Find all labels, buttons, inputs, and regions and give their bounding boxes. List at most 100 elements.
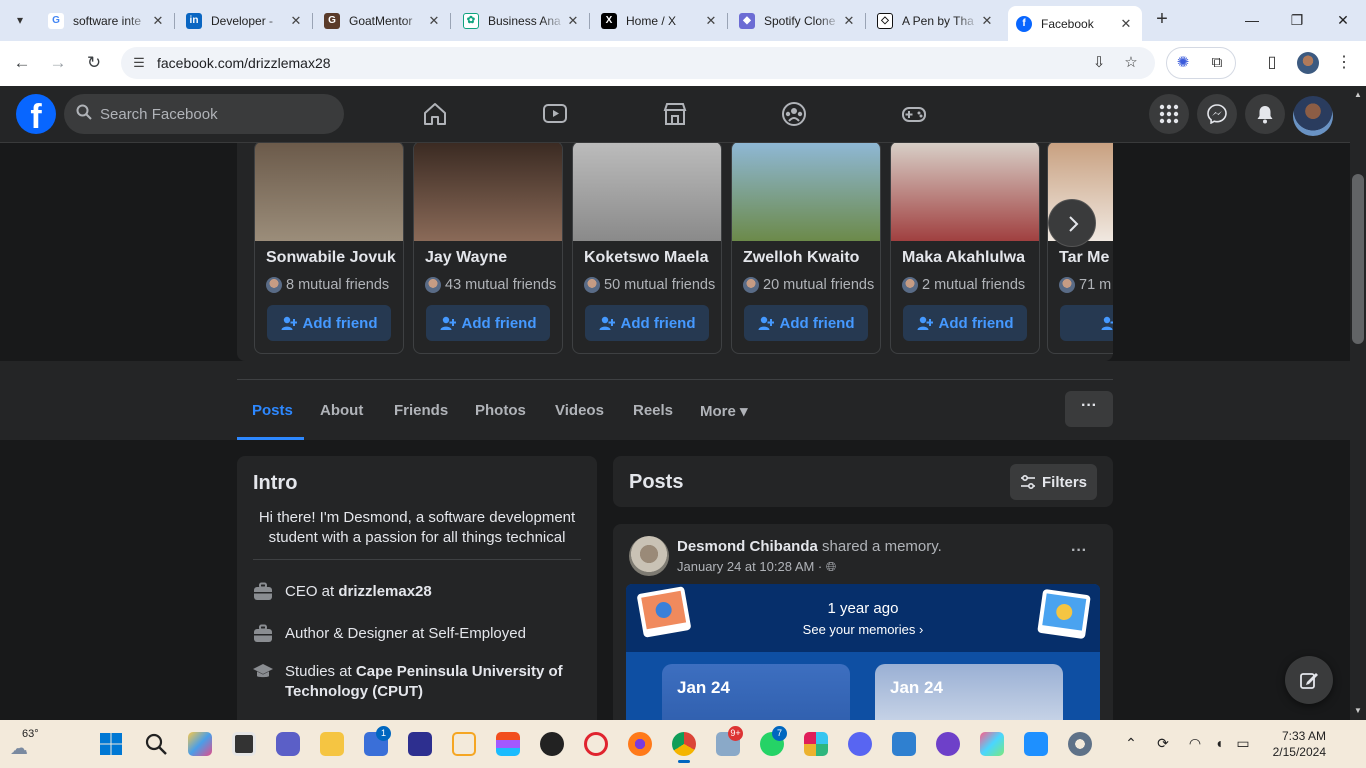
mutual-friends[interactable]: 8 mutual friends (266, 277, 389, 293)
new-message-compose-button[interactable] (1285, 656, 1333, 704)
taskbar-clock[interactable]: 7:33 AM 2/15/2024 (1262, 728, 1326, 760)
scroll-up-icon[interactable]: ▲ (1353, 90, 1363, 99)
microsoft-store-icon[interactable]: 1 (364, 726, 391, 756)
settings-gear-icon[interactable] (1068, 732, 1092, 756)
photos-icon[interactable] (1024, 732, 1048, 756)
messenger-icon[interactable] (1197, 94, 1237, 134)
side-panel-icon[interactable]: ▯ (1260, 51, 1284, 75)
task-view-icon[interactable] (232, 732, 256, 756)
show-hidden-icons-chevron-icon[interactable]: ⌃ (1120, 732, 1142, 754)
tab-search-chevron-icon[interactable]: ▾ (8, 8, 32, 32)
post-options-button[interactable]: ··· (1063, 542, 1095, 562)
git-client-icon[interactable] (980, 732, 1004, 756)
close-icon[interactable]: ✕ (565, 13, 581, 29)
work-org-link[interactable]: drizzlemax28 (338, 583, 431, 600)
discord-icon[interactable] (848, 732, 872, 756)
mutual-friends[interactable]: 2 mutual friends (902, 277, 1025, 293)
see-memories-link[interactable]: See your memories › (626, 622, 1100, 637)
scroll-down-icon[interactable]: ▼ (1353, 706, 1363, 715)
mutual-friends[interactable]: 50 mutual friends (584, 277, 715, 293)
back-arrow-icon[interactable]: ← (8, 49, 36, 77)
browser-tab-linkedin[interactable]: in Developer - ✕ (178, 6, 313, 35)
watch-video-icon[interactable] (541, 100, 569, 128)
close-icon[interactable]: ✕ (979, 13, 995, 29)
github-desktop-icon[interactable] (936, 732, 960, 756)
suggestion-photo[interactable] (255, 143, 403, 241)
tab-friends[interactable]: Friends (394, 402, 448, 419)
browser-tab-google[interactable]: G software inte ✕ (40, 6, 175, 35)
close-icon[interactable]: ✕ (841, 13, 857, 29)
reload-icon[interactable]: ↻ (80, 49, 108, 77)
post-timestamp[interactable]: January 24 at 10:28 AM · (677, 559, 826, 574)
tab-photos[interactable]: Photos (475, 402, 526, 419)
bitcoin-wallet-icon[interactable] (452, 732, 476, 756)
add-friend-button[interactable]: Add friend (903, 305, 1027, 341)
suggestion-card[interactable]: Zwelloh Kwaito 20 mutual friends Add fri… (731, 143, 881, 354)
filters-button[interactable]: Filters (1010, 464, 1097, 500)
new-tab-plus-icon[interactable]: + (1150, 8, 1174, 32)
windows-start-icon[interactable] (99, 732, 123, 756)
weather-widget[interactable]: 63° ☁ (8, 728, 48, 760)
address-bar[interactable]: ☰ facebook.com/drizzlemax28 ⇩ ☆ (121, 47, 1155, 79)
browser-tab-spotify-clone[interactable]: ◆ Spotify Clone ✕ (731, 6, 866, 35)
extension-icon[interactable]: ✺ (1173, 53, 1193, 73)
suggestion-card[interactable]: Sonwabile Jovuk 8 mutual friends Add fri… (254, 143, 404, 354)
profile-more-options-button[interactable]: ··· (1065, 391, 1113, 427)
suggestion-name[interactable]: Tar Me (1059, 249, 1113, 267)
minimize-icon[interactable]: — (1229, 8, 1275, 32)
groups-icon[interactable] (780, 100, 808, 128)
url-text[interactable]: facebook.com/drizzlemax28 (157, 55, 331, 71)
browser-tab-facebook[interactable]: f Facebook ✕ (1008, 6, 1142, 41)
notepad-icon[interactable] (892, 732, 916, 756)
chrome-icon[interactable] (672, 732, 696, 763)
bookmark-star-icon[interactable]: ☆ (1121, 53, 1141, 73)
home-icon[interactable] (421, 100, 449, 128)
firefox-icon[interactable] (628, 732, 652, 756)
add-friend-button[interactable]: Add friend (744, 305, 868, 341)
close-icon[interactable]: ✕ (426, 13, 442, 29)
opera-icon[interactable] (584, 732, 608, 756)
browser-profile-avatar[interactable] (1297, 52, 1319, 74)
browser-tab-goatmentor[interactable]: G GoatMentor ✕ (316, 6, 451, 35)
scrollbar-thumb[interactable] (1352, 174, 1364, 344)
browser-tab-business[interactable]: ✿ Business Ana ✕ (455, 6, 590, 35)
copilot-pre-icon[interactable] (188, 732, 212, 756)
suggestion-photo[interactable] (573, 143, 721, 241)
mutual-friends[interactable]: 43 mutual friends (425, 277, 556, 293)
site-info-icon[interactable]: ☰ (129, 53, 149, 73)
add-friend-button[interactable]: Add friend (267, 305, 391, 341)
account-avatar[interactable] (1293, 96, 1333, 136)
taskbar-search-icon[interactable] (144, 732, 168, 756)
wifi-icon[interactable]: ◠ (1184, 732, 1206, 754)
browser-tab-codepen[interactable]: ◇ A Pen by Tha ✕ (869, 6, 1003, 35)
page-scrollbar[interactable]: ▲ ▼ (1350, 86, 1366, 720)
browser-tab-x[interactable]: X Home / X ✕ (593, 6, 728, 35)
suggestion-name[interactable]: Sonwabile Jovuk (266, 249, 396, 267)
suggestion-name[interactable]: Koketswo Maela (584, 249, 714, 267)
github-icon[interactable] (540, 732, 564, 756)
tab-reels[interactable]: Reels (633, 402, 673, 419)
kebab-menu-icon[interactable]: ⋮ (1332, 51, 1356, 75)
suggestion-name[interactable]: Zwelloh Kwaito (743, 249, 873, 267)
suggestion-card[interactable]: Tar Me 71 m Ac (1047, 143, 1113, 354)
close-icon[interactable]: ✕ (150, 13, 166, 29)
suggestion-photo[interactable] (732, 143, 880, 241)
slack-icon[interactable] (804, 732, 828, 756)
close-icon[interactable]: ✕ (288, 13, 304, 29)
suggestion-card[interactable]: Koketswo Maela 50 mutual friends Add fri… (572, 143, 722, 354)
carousel-next-arrow-icon[interactable] (1048, 199, 1096, 247)
suggestion-photo[interactable] (414, 143, 562, 241)
window-close-icon[interactable]: ✕ (1320, 8, 1366, 32)
restore-icon[interactable]: ❐ (1274, 8, 1320, 32)
facebook-logo-icon[interactable]: f (16, 94, 56, 134)
close-icon[interactable]: ✕ (703, 13, 719, 29)
mutual-friends[interactable]: 71 m (1059, 277, 1111, 293)
tab-more[interactable]: More ▾ (700, 402, 748, 420)
add-friend-button[interactable]: Ac (1060, 305, 1113, 341)
notifications-bell-icon[interactable] (1245, 94, 1285, 134)
search-input[interactable]: Search Facebook (64, 94, 344, 134)
add-friend-button[interactable]: Add friend (426, 305, 550, 341)
author-avatar[interactable] (629, 536, 669, 576)
whatsapp-icon[interactable]: 7 (760, 726, 787, 756)
mail-app-icon[interactable]: 9+ (716, 726, 743, 756)
